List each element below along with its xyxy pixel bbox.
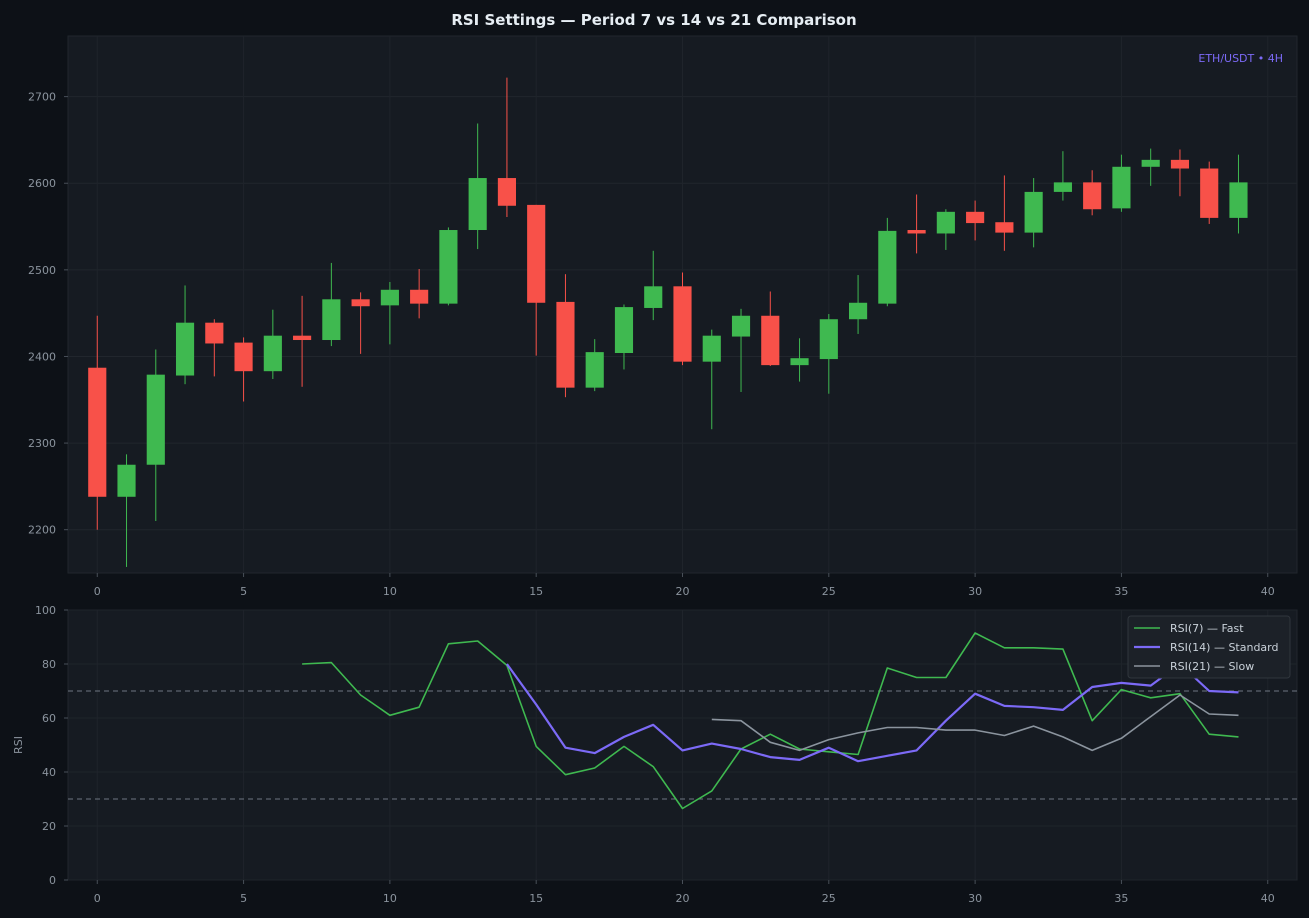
candle-body bbox=[380, 289, 399, 306]
price-tick-label-x: 25 bbox=[822, 585, 836, 598]
candle-body bbox=[907, 230, 926, 234]
candle-body bbox=[585, 352, 604, 388]
rsi-tick-label-x: 20 bbox=[676, 892, 690, 905]
price-tick-label-x: 15 bbox=[529, 585, 543, 598]
candle bbox=[878, 217, 897, 307]
price-tick-label-x: 35 bbox=[1114, 585, 1128, 598]
chart-canvas: RSI Settings — Period 7 vs 14 vs 21 Comp… bbox=[12, 11, 1298, 905]
candle-body bbox=[790, 358, 809, 366]
rsi-tick-label-x: 40 bbox=[1261, 892, 1275, 905]
price-tick-label-x: 5 bbox=[240, 585, 247, 598]
price-tick-label-y: 2400 bbox=[28, 350, 56, 363]
candle-body bbox=[1024, 191, 1043, 233]
candle bbox=[439, 227, 458, 306]
candle-body bbox=[995, 222, 1014, 233]
rsi-tick-label-y: 80 bbox=[42, 658, 56, 671]
candle-body bbox=[117, 464, 136, 497]
candle-body bbox=[146, 374, 165, 465]
candle-body bbox=[1200, 168, 1219, 218]
rsi-tick-label-x: 0 bbox=[94, 892, 101, 905]
candle bbox=[1200, 161, 1219, 224]
candle-body bbox=[234, 342, 253, 372]
candle-body bbox=[819, 319, 838, 360]
legend-label: RSI(7) — Fast bbox=[1170, 622, 1244, 635]
legend: RSI(7) — Fast RSI(14) — Standard RSI(21) —… bbox=[1127, 615, 1291, 679]
candle-body bbox=[410, 289, 429, 304]
candle-body bbox=[1053, 182, 1072, 192]
chart-title: RSI Settings — Period 7 vs 14 vs 21 Comp… bbox=[451, 11, 856, 29]
legend-label: RSI(14) — Standard bbox=[1170, 641, 1279, 654]
candle-body bbox=[527, 204, 546, 303]
candle-body bbox=[175, 322, 195, 376]
candle-body bbox=[966, 211, 985, 224]
candle-body bbox=[1141, 159, 1160, 167]
rsi-axis-label: RSI bbox=[12, 736, 25, 754]
candle-body bbox=[1229, 182, 1248, 218]
figure: RSI Settings — Period 7 vs 14 vs 21 Comp… bbox=[0, 0, 1309, 918]
price-tick-label-y: 2300 bbox=[28, 437, 56, 450]
pair-timeframe-label: ETH/USDT • 4H bbox=[1198, 52, 1283, 65]
candle-body bbox=[556, 301, 575, 388]
rsi-tick-label-x: 5 bbox=[240, 892, 247, 905]
rsi-tick-label-x: 15 bbox=[529, 892, 543, 905]
candle-body bbox=[322, 299, 341, 341]
rsi-tick-label-y: 20 bbox=[42, 820, 56, 833]
candle-body bbox=[936, 211, 955, 234]
candle-body bbox=[673, 286, 692, 362]
rsi-tick-label-y: 40 bbox=[42, 766, 56, 779]
candle-body bbox=[702, 335, 721, 362]
price-tick-label-x: 40 bbox=[1261, 585, 1275, 598]
price-tick-label-x: 20 bbox=[676, 585, 690, 598]
legend-label: RSI(21) — Slow bbox=[1170, 660, 1254, 673]
rsi-tick-label-y: 100 bbox=[35, 604, 56, 617]
rsi-tick-label-x: 30 bbox=[968, 892, 982, 905]
rsi-tick-label-y: 60 bbox=[42, 712, 56, 725]
rsi-tick-label-x: 25 bbox=[822, 892, 836, 905]
candle-body bbox=[761, 315, 780, 366]
candle-body bbox=[439, 230, 458, 304]
price-tick-label-x: 30 bbox=[968, 585, 982, 598]
candle-body bbox=[263, 335, 282, 372]
candle-body bbox=[1083, 182, 1102, 210]
candle-body bbox=[878, 230, 897, 304]
rsi-tick-label-x: 35 bbox=[1114, 892, 1128, 905]
price-tick-label-y: 2600 bbox=[28, 177, 56, 190]
candle-body bbox=[1170, 159, 1190, 169]
rsi-tick-label-y: 0 bbox=[49, 874, 56, 887]
candle-body bbox=[351, 299, 370, 307]
candle-body bbox=[205, 322, 224, 344]
rsi-tick-label-x: 10 bbox=[383, 892, 397, 905]
candle-body bbox=[293, 335, 312, 341]
candle-body bbox=[468, 178, 487, 231]
candle-body bbox=[614, 307, 634, 354]
price-tick-label-x: 10 bbox=[383, 585, 397, 598]
candle-body bbox=[849, 302, 868, 320]
price-tick-label-y: 2700 bbox=[28, 91, 56, 104]
price-tick-label-y: 2200 bbox=[28, 524, 56, 537]
candle-body bbox=[731, 315, 751, 337]
candle bbox=[673, 272, 692, 366]
price-tick-label-y: 2500 bbox=[28, 264, 56, 277]
candle-body bbox=[88, 367, 107, 497]
candle-body bbox=[644, 286, 663, 308]
candle-body bbox=[1112, 166, 1131, 209]
candle-body bbox=[497, 178, 516, 206]
price-tick-label-x: 0 bbox=[94, 585, 101, 598]
